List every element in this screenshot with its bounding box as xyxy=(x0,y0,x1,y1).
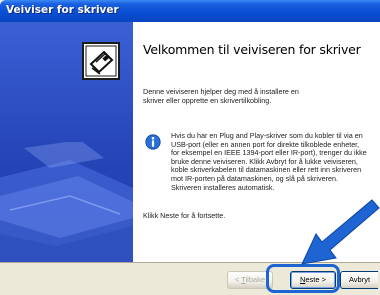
next-hint-text: Klikk Neste for å fortsette. xyxy=(143,211,226,220)
wizard-side-panel xyxy=(0,22,133,262)
printer-wizard-window: Veiviser for skriver Velkommen til veivi… xyxy=(0,0,380,295)
info-text: Hvis du har en Plug and Play-skriver som… xyxy=(171,131,367,192)
title-bar[interactable]: Veiviser for skriver xyxy=(0,0,380,22)
pointer-arrow xyxy=(301,199,380,265)
page-title: Velkommen til veiviseren for skriver xyxy=(143,42,361,57)
info-icon xyxy=(145,134,161,150)
cancel-button[interactable]: Avbryt xyxy=(340,271,378,289)
next-button-highlight xyxy=(266,264,340,293)
printer-illustration xyxy=(0,142,133,262)
intro-text: Denne veiviseren hjelper deg med å insta… xyxy=(143,87,299,105)
printer-wizard-icon xyxy=(82,42,120,80)
window-title: Veiviser for skriver xyxy=(6,4,119,16)
